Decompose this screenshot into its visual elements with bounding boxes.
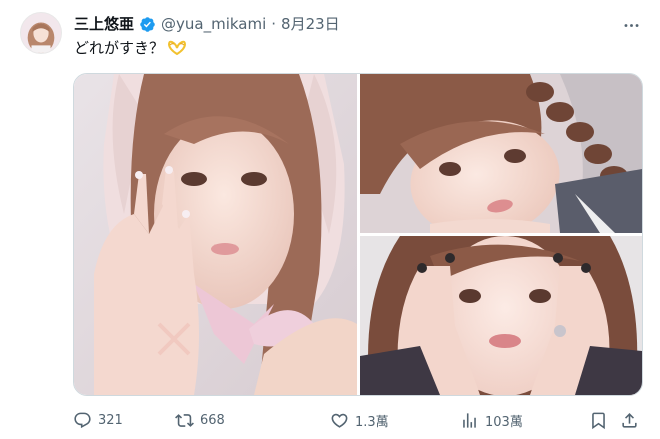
avatar[interactable]	[20, 12, 62, 54]
share-button[interactable]	[620, 408, 639, 432]
repost-button[interactable]: 668	[175, 408, 225, 432]
tweet-date[interactable]: 8月23日	[281, 14, 340, 34]
like-count: 1.3萬	[355, 414, 389, 430]
views-button[interactable]: 103萬	[460, 408, 523, 432]
views-count: 103萬	[485, 414, 523, 430]
bookmark-button[interactable]	[589, 408, 608, 432]
action-bar: 321 668 1.3萬 103萬	[73, 408, 643, 432]
verified-badge-icon	[139, 16, 156, 33]
heart-hands-emoji-icon	[167, 40, 187, 56]
photo-1[interactable]	[74, 74, 357, 395]
tweet-text-content: どれがすき？	[74, 39, 165, 57]
more-options-button[interactable]	[620, 14, 642, 36]
more-icon	[624, 23, 638, 27]
tweet-card: 三上悠亜 @yua_mikami · 8月23日 どれがすき？ 321 668 …	[0, 0, 660, 439]
tweet-header: 三上悠亜 @yua_mikami · 8月23日	[74, 14, 340, 34]
repost-count: 668	[200, 412, 225, 428]
share-icon	[622, 412, 637, 428]
display-name[interactable]: 三上悠亜	[74, 14, 134, 34]
media-grid	[73, 73, 643, 396]
reply-icon	[74, 412, 91, 428]
separator-dot: ·	[271, 15, 277, 33]
reply-count: 321	[98, 412, 123, 428]
user-handle[interactable]: @yua_mikami	[161, 14, 266, 34]
bookmark-icon	[592, 412, 605, 429]
reply-button[interactable]: 321	[73, 408, 123, 432]
photo-2[interactable]	[360, 74, 642, 233]
tweet-text: どれがすき？	[74, 38, 187, 58]
views-chart-icon	[463, 412, 476, 428]
photo-3[interactable]	[360, 236, 642, 395]
like-button[interactable]: 1.3萬	[330, 408, 389, 432]
repost-icon	[175, 413, 194, 427]
heart-icon	[331, 413, 348, 428]
